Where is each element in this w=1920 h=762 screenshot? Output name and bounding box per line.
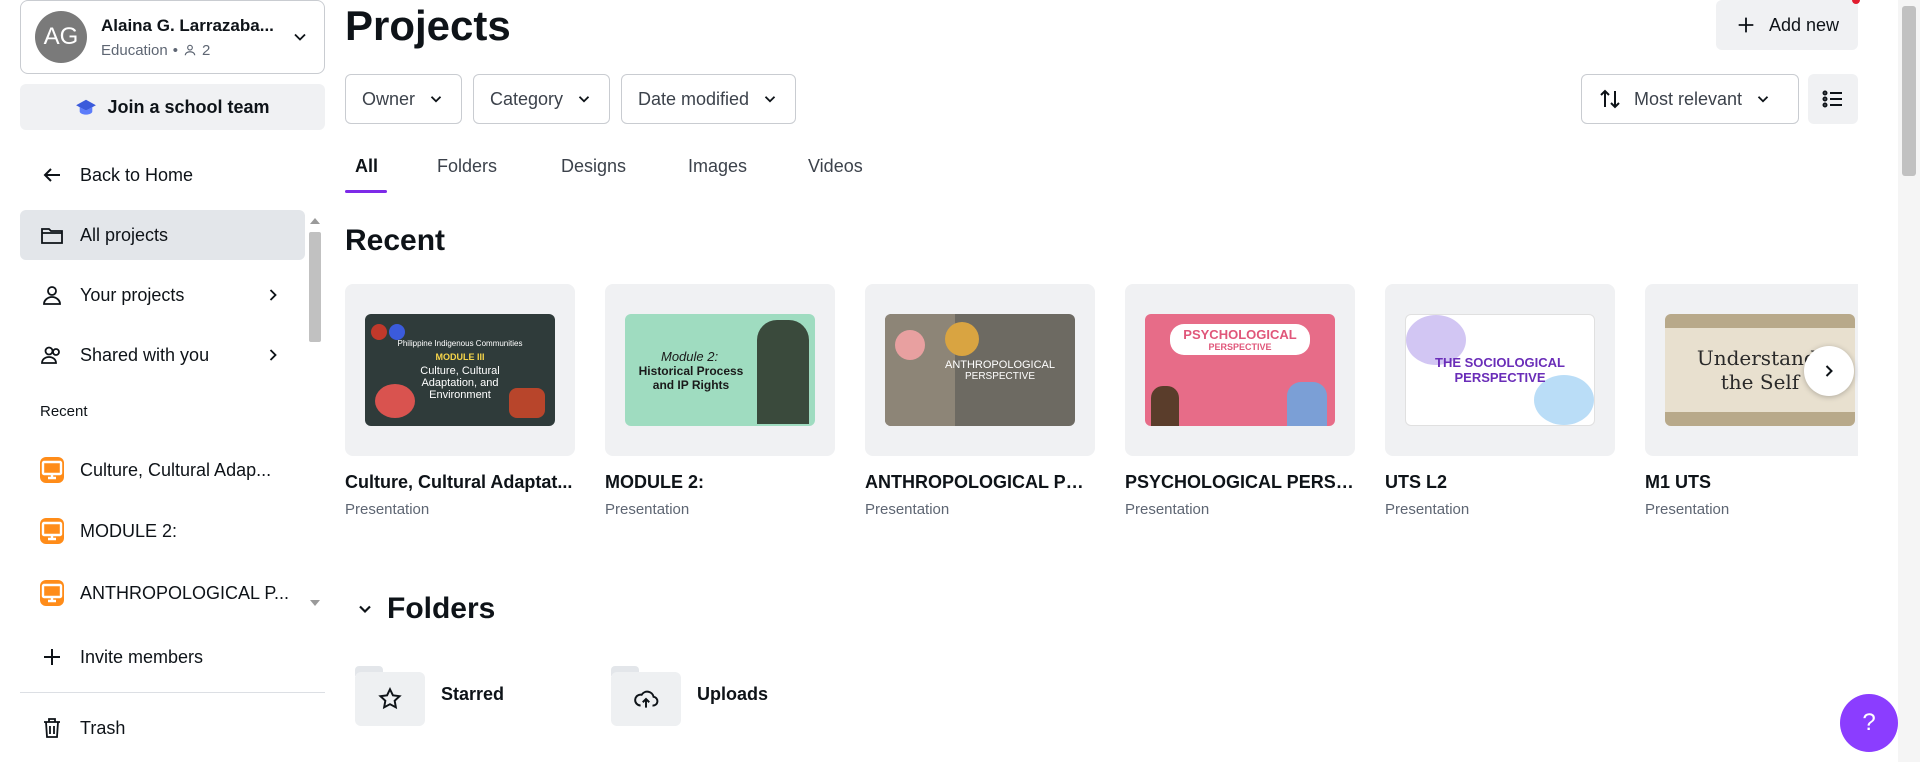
person-icon bbox=[43, 286, 61, 305]
design-title: ANTHROPOLOGICAL PER... bbox=[865, 472, 1095, 492]
owner-filter[interactable]: Owner bbox=[345, 74, 463, 124]
folder-starred[interactable]: Starred bbox=[355, 662, 504, 726]
tab-designs[interactable]: Designs bbox=[561, 156, 626, 192]
people-icon bbox=[41, 346, 60, 364]
design-title: PSYCHOLOGICAL PERSP... bbox=[1125, 472, 1355, 492]
design-card[interactable]: Module 2: Historical Process and IP Righ… bbox=[605, 284, 835, 518]
tab-all[interactable]: All bbox=[355, 156, 378, 192]
design-title: UTS L2 bbox=[1385, 472, 1448, 492]
chevron-right-icon bbox=[269, 349, 277, 361]
chevron-right-icon bbox=[269, 289, 277, 301]
folder-icon bbox=[41, 228, 63, 244]
folders-section-toggle[interactable]: Folders bbox=[355, 592, 495, 626]
back-to-home-link[interactable]: Back to Home bbox=[20, 150, 305, 200]
account-plan: Education bbox=[101, 41, 168, 59]
sort-icon bbox=[1600, 89, 1620, 109]
member-count: 2 bbox=[201, 41, 211, 59]
design-card[interactable]: Understandi the Self M1 UTS Presentation bbox=[1645, 284, 1858, 518]
recent-item[interactable]: MODULE 2: bbox=[20, 506, 305, 556]
recent-item[interactable]: ANTHROPOLOGICAL P... bbox=[20, 568, 305, 618]
design-thumbnail: THE SOCIOLOGICAL PERSPECTIVE bbox=[1385, 284, 1615, 456]
design-title: MODULE 2: bbox=[605, 472, 704, 492]
tab-images[interactable]: Images bbox=[688, 156, 747, 192]
recent-section-title: Recent bbox=[345, 224, 446, 257]
divider bbox=[20, 692, 325, 693]
design-type: Presentation bbox=[1125, 501, 1210, 518]
arrow-left-icon bbox=[43, 168, 60, 182]
date-modified-filter[interactable]: Date modified bbox=[621, 74, 797, 124]
people-icon bbox=[184, 44, 196, 56]
presentation-icon bbox=[40, 580, 64, 606]
sidebar-item-your-projects[interactable]: Your projects bbox=[20, 270, 305, 320]
design-thumbnail: Module 2: Historical Process and IP Righ… bbox=[605, 284, 835, 456]
trash-icon bbox=[44, 718, 60, 738]
trash-link[interactable]: Trash bbox=[20, 703, 305, 753]
recent-item[interactable]: Culture, Cultural Adap... bbox=[20, 445, 305, 495]
design-type: Presentation bbox=[1385, 501, 1470, 518]
avatar: AG bbox=[35, 11, 87, 63]
sort-dropdown[interactable]: Most relevant bbox=[1581, 74, 1799, 124]
help-button[interactable]: ? bbox=[1840, 694, 1898, 752]
sidebar-item-shared-with-you[interactable]: Shared with you bbox=[20, 330, 305, 380]
design-type: Presentation bbox=[345, 501, 430, 518]
design-card[interactable]: THE SOCIOLOGICAL PERSPECTIVE UTS L2 Pres… bbox=[1385, 284, 1615, 518]
join-school-team-button[interactable]: Join a school team bbox=[20, 84, 325, 130]
notification-dot bbox=[1852, 0, 1860, 4]
account-switcher[interactable]: AG Alaina G. Larrazaba... Education • 2 bbox=[20, 0, 325, 74]
page-title: Projects bbox=[345, 2, 511, 49]
add-new-button[interactable]: Add new bbox=[1716, 0, 1858, 50]
account-name: Alaina G. Larrazaba... bbox=[101, 15, 274, 35]
design-type: Presentation bbox=[1645, 501, 1730, 518]
plus-icon bbox=[44, 649, 60, 665]
chevron-down-icon bbox=[578, 96, 590, 103]
presentation-icon bbox=[40, 457, 64, 483]
active-tab-indicator bbox=[345, 190, 387, 193]
presentation-icon bbox=[40, 518, 64, 544]
page-scrollbar[interactable] bbox=[1898, 0, 1920, 762]
chevron-right-icon bbox=[1825, 365, 1833, 377]
chevron-down-icon bbox=[294, 33, 306, 41]
design-title: M1 UTS bbox=[1645, 472, 1712, 492]
recent-heading: Recent bbox=[40, 403, 88, 420]
folders-section-title: Folders bbox=[387, 592, 496, 625]
list-view-button[interactable] bbox=[1808, 74, 1858, 124]
design-card[interactable]: PSYCHOLOGICAL PERSPECTIVE PSYCHOLOGICAL … bbox=[1125, 284, 1355, 518]
design-thumbnail: ANTHROPOLOGICAL PERSPECTIVE bbox=[865, 284, 1095, 456]
chevron-down-icon bbox=[359, 605, 371, 614]
design-type: Presentation bbox=[605, 501, 690, 518]
sidebar: AG Alaina G. Larrazaba... Education • 2 … bbox=[0, 0, 335, 762]
folder-uploads[interactable]: Uploads bbox=[611, 662, 768, 726]
design-title: Culture, Cultural Adaptat... bbox=[345, 472, 573, 492]
category-filter[interactable]: Category bbox=[473, 74, 611, 124]
invite-members-button[interactable]: Invite members bbox=[20, 632, 305, 682]
design-type: Presentation bbox=[865, 501, 950, 518]
design-card[interactable]: ANTHROPOLOGICAL PERSPECTIVE ANTHROPOLOGI… bbox=[865, 284, 1095, 518]
design-card[interactable]: Philippine Indigenous Communities MODULE… bbox=[345, 284, 575, 518]
chevron-down-icon bbox=[1757, 96, 1769, 103]
list-icon bbox=[1822, 90, 1842, 108]
plus-icon bbox=[1738, 17, 1754, 33]
sidebar-scrollbar[interactable] bbox=[305, 214, 325, 610]
join-school-team-label: Join a school team bbox=[107, 96, 270, 117]
cloud-upload-icon bbox=[634, 690, 659, 708]
tab-videos[interactable]: Videos bbox=[808, 156, 863, 192]
tab-folders[interactable]: Folders bbox=[437, 156, 497, 192]
star-icon bbox=[378, 687, 402, 710]
carousel-next-button[interactable] bbox=[1804, 346, 1854, 396]
sidebar-item-all-projects[interactable]: All projects bbox=[20, 210, 305, 260]
chevron-down-icon bbox=[764, 96, 776, 103]
design-thumbnail: Philippine Indigenous Communities MODULE… bbox=[345, 284, 575, 456]
chevron-down-icon bbox=[430, 96, 442, 103]
graduation-cap-icon bbox=[76, 99, 97, 115]
design-thumbnail: PSYCHOLOGICAL PERSPECTIVE bbox=[1125, 284, 1355, 456]
